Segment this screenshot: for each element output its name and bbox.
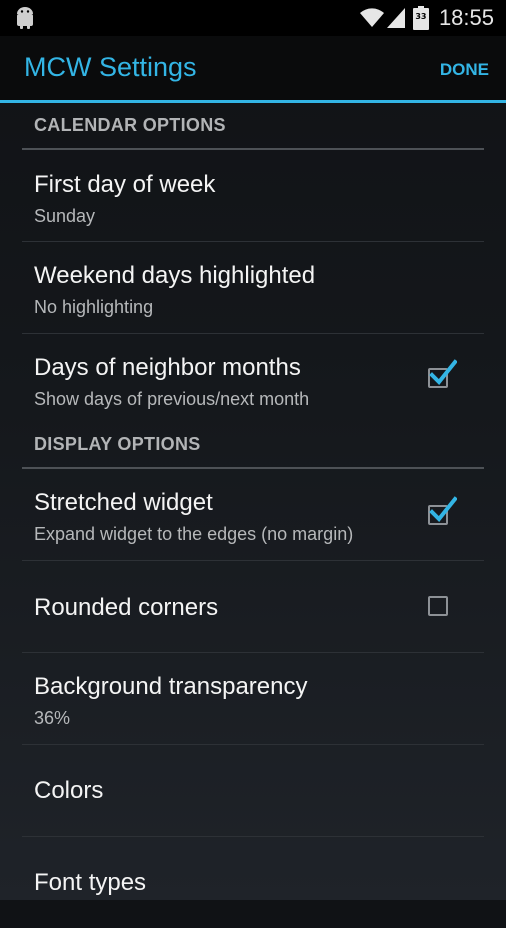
pref-title: First day of week — [34, 171, 216, 198]
pref-title: Rounded corners — [34, 594, 219, 621]
stretched-widget-checkbox[interactable] — [428, 496, 457, 525]
pref-colors[interactable]: Colors — [22, 745, 484, 837]
battery-level: 33 — [415, 12, 427, 21]
pref-title: Weekend days highlighted — [34, 262, 316, 289]
pref-summary: Expand widget to the edges (no margin) — [34, 524, 354, 544]
checkmark-icon — [429, 496, 457, 522]
wifi-icon — [359, 8, 384, 27]
category-calendar-options: CALENDAR OPTIONS — [22, 103, 484, 150]
category-header: CALENDAR OPTIONS — [34, 115, 226, 135]
pref-first-day-of-week[interactable]: First day of week Sunday — [22, 150, 484, 242]
neighbor-months-checkbox[interactable] — [428, 359, 457, 388]
pref-title: Days of neighbor months — [34, 354, 301, 381]
category-header: DISPLAY OPTIONS — [34, 434, 201, 454]
clock: 18:55 — [438, 5, 494, 30]
pref-summary: 36% — [34, 708, 71, 728]
pref-rounded-corners[interactable]: Rounded corners — [22, 561, 484, 653]
status-bar: 33 18:55 — [0, 0, 506, 36]
pref-days-of-neighbor-months[interactable]: Days of neighbor months Show days of pre… — [22, 334, 484, 422]
rounded-corners-checkbox[interactable] — [428, 596, 448, 616]
checkmark-icon — [429, 359, 457, 385]
done-button[interactable]: DONE — [440, 60, 489, 80]
pref-summary: Sunday — [34, 206, 96, 226]
battery-icon: 33 — [412, 6, 429, 30]
android-icon — [17, 7, 33, 29]
pref-summary: No highlighting — [34, 297, 154, 317]
settings-list[interactable]: CALENDAR OPTIONS First day of week Sunda… — [0, 103, 506, 928]
pref-title: Stretched widget — [34, 489, 213, 516]
pref-weekend-days-highlighted[interactable]: Weekend days highlighted No highlighting — [22, 242, 484, 334]
pref-font-types[interactable]: Font types — [22, 837, 484, 928]
pref-stretched-widget[interactable]: Stretched widget Expand widget to the ed… — [22, 469, 484, 561]
pref-title: Background transparency — [34, 673, 308, 700]
pref-title: Font types — [34, 869, 147, 896]
page-title: MCW Settings — [24, 52, 197, 82]
pref-title: Colors — [34, 777, 104, 804]
action-bar: MCW Settings DONE — [0, 36, 506, 100]
signal-icon — [386, 8, 405, 28]
pref-summary: Show days of previous/next month — [34, 389, 310, 409]
pref-background-transparency[interactable]: Background transparency 36% — [22, 653, 484, 745]
category-display-options: DISPLAY OPTIONS — [22, 422, 484, 469]
